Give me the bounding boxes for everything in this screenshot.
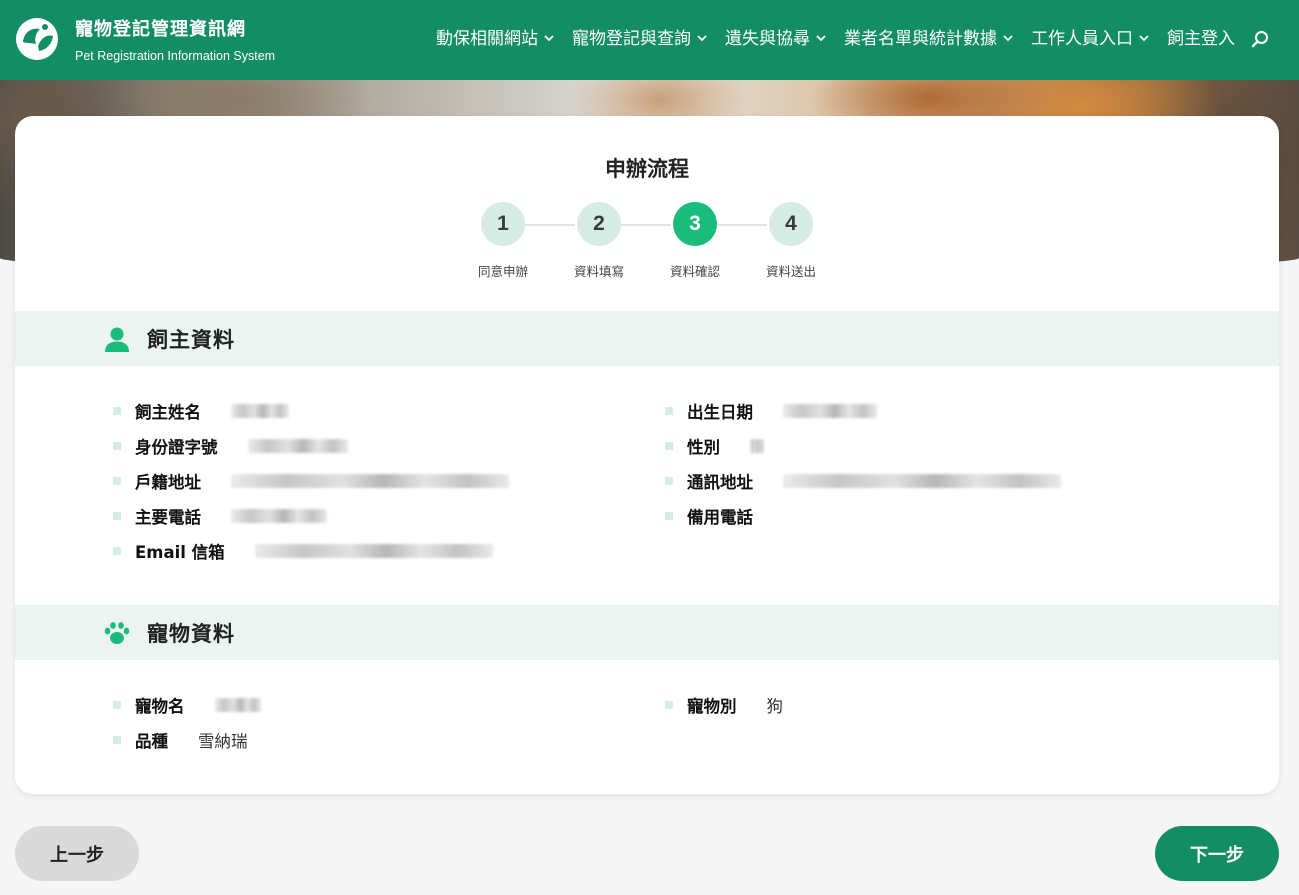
step-1: 1 同意申辦 [463, 202, 543, 280]
field-label: Email 信箱 [135, 543, 225, 562]
field-value-redacted [231, 404, 289, 418]
nav-label: 遺失與協尋 [725, 29, 810, 49]
field-email: Email 信箱 [113, 540, 493, 562]
bullet [665, 477, 673, 485]
next-step-button[interactable]: 下一步 [1155, 826, 1279, 881]
main-nav: 動保相關網站 寵物登記與查詢 遺失與協尋 業者名單與統計數據 工作人員入口 飼主… [418, 25, 1269, 53]
step-label: 資料確認 [669, 264, 720, 279]
step-number: 2 [577, 202, 621, 246]
chevron-down-icon [816, 35, 826, 42]
bullet [113, 512, 121, 520]
nav-lost-found[interactable]: 遺失與協尋 [725, 25, 826, 53]
step-label: 資料送出 [765, 264, 816, 279]
bullet [665, 442, 673, 450]
pet-logo-icon[interactable] [14, 16, 60, 62]
brand-subtitle: Pet Registration Information System [75, 49, 276, 63]
field-value-redacted [750, 439, 764, 453]
nav-vendors-statistics[interactable]: 業者名單與統計數據 [844, 25, 1013, 53]
step-3-current: 3 資料確認 [655, 202, 735, 280]
field-pet-name: 寵物名 [113, 694, 261, 716]
field-label: 飼主姓名 [135, 403, 201, 422]
field-value-redacted [247, 439, 348, 453]
field-value-redacted [783, 474, 1061, 488]
nav-registration-query[interactable]: 寵物登記與查詢 [572, 25, 707, 53]
bullet [665, 701, 673, 709]
bullet [665, 512, 673, 520]
nav-animal-protection-sites[interactable]: 動保相關網站 [436, 25, 554, 53]
field-value-redacted [231, 509, 327, 523]
step-label: 同意申辦 [477, 264, 528, 279]
step-4: 4 資料送出 [751, 202, 831, 280]
field-label: 寵物名 [135, 697, 185, 716]
flow-title: 申辦流程 [605, 157, 689, 181]
bullet [113, 442, 121, 450]
field-gender: 性別 [665, 435, 764, 457]
field-label: 寵物別 [687, 697, 737, 716]
field-pet-type: 寵物別 狗 [665, 694, 783, 716]
user-icon [105, 327, 129, 352]
field-value-redacted [254, 544, 493, 558]
step-number: 1 [481, 202, 525, 246]
field-mailing-address: 通訊地址 [665, 470, 1061, 492]
bullet [665, 407, 673, 415]
brand-title: 寵物登記管理資訊網 [75, 19, 246, 40]
nav-label: 動保相關網站 [436, 29, 538, 49]
bullet [113, 701, 121, 709]
step-2: 2 資料填寫 [559, 202, 639, 280]
nav-label: 寵物登記與查詢 [572, 29, 691, 49]
field-label: 備用電話 [687, 508, 753, 527]
nav-staff-portal[interactable]: 工作人員入口 [1031, 25, 1149, 53]
field-breed: 品種 雪納瑞 [113, 729, 248, 751]
site-header: 寵物登記管理資訊網 Pet Registration Information S… [0, 0, 1299, 80]
nav-label: 業者名單與統計數據 [844, 29, 997, 49]
step-indicator: 1 同意申辦 2 資料填寫 3 資料確認 4 資料送出 [15, 202, 1279, 282]
confirmation-card: 申辦流程 1 同意申辦 2 資料填寫 3 資料確認 4 資料送出 飼主資料 飼主… [15, 116, 1279, 794]
owner-section-header: 飼主資料 [15, 311, 1279, 366]
search-icon[interactable] [1251, 30, 1269, 48]
field-owner-name: 飼主姓名 [113, 400, 289, 422]
pet-section-header: 寵物資料 [15, 605, 1279, 660]
bullet [113, 477, 121, 485]
field-registered-address: 戶籍地址 [113, 470, 509, 492]
field-label: 出生日期 [687, 403, 753, 422]
nav-label: 飼主登入 [1167, 29, 1235, 49]
chevron-down-icon [697, 35, 707, 42]
field-label: 性別 [687, 438, 720, 457]
field-value: 雪納瑞 [198, 732, 248, 751]
bullet [113, 547, 121, 555]
field-label: 通訊地址 [687, 473, 753, 492]
field-alt-phone: 備用電話 [665, 505, 753, 527]
bullet [113, 407, 121, 415]
brand[interactable]: 寵物登記管理資訊網 Pet Registration Information S… [75, 18, 275, 65]
chevron-down-icon [1003, 35, 1013, 42]
nav-owner-login[interactable]: 飼主登入 [1167, 25, 1235, 53]
paw-icon [104, 622, 130, 644]
field-label: 戶籍地址 [135, 473, 201, 492]
field-value-redacted [231, 474, 509, 488]
field-main-phone: 主要電話 [113, 505, 327, 527]
step-number: 4 [769, 202, 813, 246]
field-value-redacted [214, 698, 261, 712]
chevron-down-icon [1139, 35, 1149, 42]
bullet [113, 736, 121, 744]
field-value-redacted [783, 404, 877, 418]
previous-step-button[interactable]: 上一步 [15, 826, 139, 881]
field-id-number: 身份證字號 [113, 435, 348, 457]
field-label: 品種 [135, 732, 168, 751]
step-number: 3 [673, 202, 717, 246]
chevron-down-icon [544, 35, 554, 42]
field-value: 狗 [766, 697, 784, 716]
pet-section-title: 寵物資料 [147, 622, 235, 646]
step-label: 資料填寫 [573, 264, 624, 279]
nav-label: 工作人員入口 [1031, 29, 1133, 49]
owner-section-title: 飼主資料 [147, 328, 235, 352]
field-birth-date: 出生日期 [665, 400, 877, 422]
field-label: 身份證字號 [135, 438, 218, 457]
field-label: 主要電話 [135, 508, 201, 527]
